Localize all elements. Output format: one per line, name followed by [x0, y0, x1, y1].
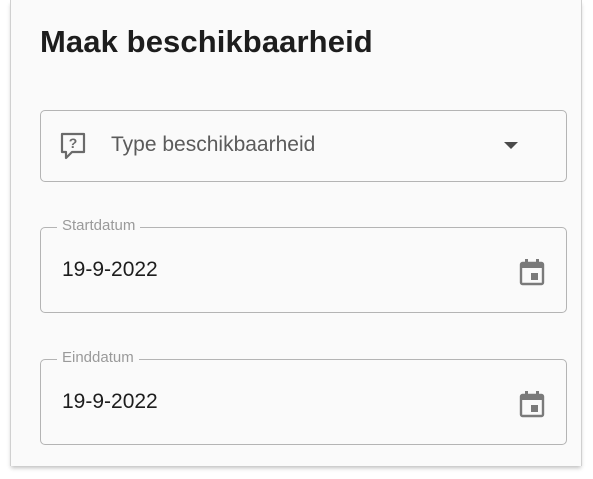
end-date-label: Einddatum: [57, 349, 139, 366]
dialog-title: Maak beschikbaarheid: [40, 24, 373, 59]
caret-down-icon[interactable]: [504, 142, 518, 149]
calendar-icon[interactable]: [518, 257, 546, 287]
calendar-icon[interactable]: [518, 389, 546, 419]
help-chat-icon: ?: [59, 131, 87, 161]
start-date-field[interactable]: Startdatum 19-9-2022: [40, 217, 567, 313]
svg-text:?: ?: [69, 135, 78, 151]
end-date-field[interactable]: Einddatum 19-9-2022: [40, 349, 567, 445]
availability-type-select[interactable]: ? Type beschikbaarheid: [40, 110, 567, 182]
end-date-value[interactable]: 19-9-2022: [62, 390, 158, 414]
availability-type-placeholder: Type beschikbaarheid: [111, 133, 316, 156]
start-date-value[interactable]: 19-9-2022: [62, 258, 158, 282]
start-date-label: Startdatum: [57, 217, 141, 234]
